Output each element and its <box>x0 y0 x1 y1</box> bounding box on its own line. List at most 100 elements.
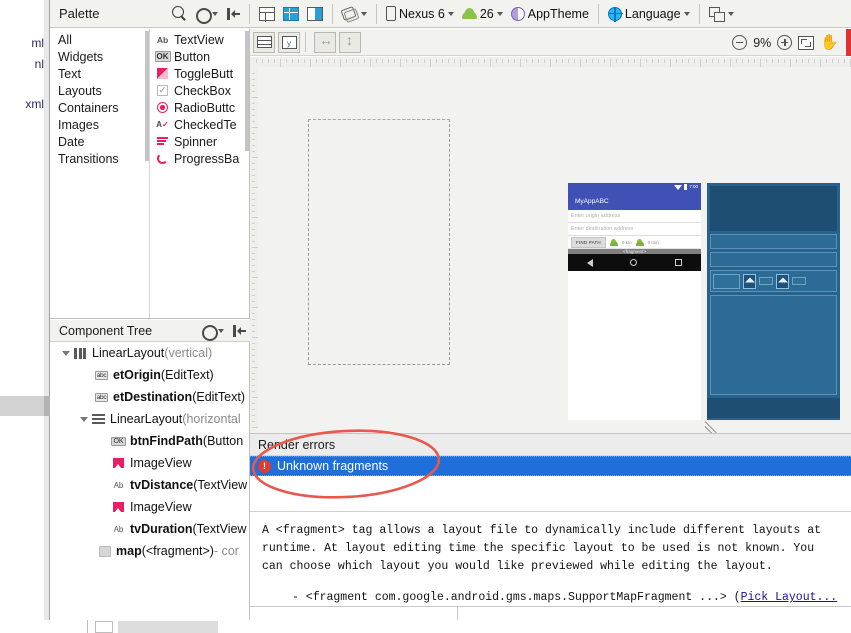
distance-label: 0 km <box>621 239 632 245</box>
nav-home-icon[interactable] <box>630 259 638 266</box>
editor-tab-3[interactable]: xml <box>25 97 44 111</box>
chevron-down-icon[interactable] <box>80 416 88 422</box>
palette-item-checkedtextview[interactable]: A ✓ CheckedTe <box>150 116 249 133</box>
pick-layout-link[interactable]: Pick Layout... <box>741 591 838 604</box>
show-baselines-button[interactable] <box>253 31 275 53</box>
find-path-button[interactable]: FIND PATH <box>571 236 606 248</box>
device-preview[interactable]: 7:00 MyAppABC Enter origin address Enter… <box>568 183 701 420</box>
chevron-down-icon <box>683 11 690 16</box>
blueprint-find-path-button <box>713 273 740 289</box>
wifi-icon <box>674 184 683 190</box>
checked-textview-icon: A ✓ <box>156 120 169 129</box>
imageview-icon <box>112 457 125 470</box>
editor-tab-1[interactable]: ml <box>31 36 44 50</box>
palette-item-scrollbar[interactable] <box>245 31 249 151</box>
api-level-selector[interactable]: 26 <box>458 3 507 25</box>
render-error-bullet-text: - <fragment com.google.android.gms.maps.… <box>292 591 741 605</box>
tree-node-type: (horizontal <box>182 412 241 426</box>
palette-settings-button[interactable] <box>191 3 222 25</box>
component-tree-settings-button[interactable] <box>197 320 228 342</box>
palette-item-label: CheckedTe <box>174 117 237 132</box>
tree-node-imageview-2[interactable]: ImageView <box>50 496 249 518</box>
palette-category-containers[interactable]: Containers <box>50 99 149 116</box>
device-selector[interactable]: Nexus 6 <box>382 3 458 25</box>
pan-hand-icon[interactable]: ✋ <box>820 35 839 50</box>
palette-category-scrollbar[interactable] <box>145 31 149 161</box>
toolbar-separator <box>249 3 250 24</box>
expand-vertical-icon <box>342 32 358 49</box>
tree-node-type: (TextView <box>193 478 248 492</box>
language-selector[interactable]: Language <box>604 3 694 25</box>
bottom-tab-design[interactable] <box>95 621 113 633</box>
editor-tab-2[interactable]: nl <box>35 57 44 71</box>
chevron-down-icon[interactable] <box>62 350 70 356</box>
palette-category-layouts[interactable]: Layouts <box>50 82 149 99</box>
component-tree-collapse-button[interactable] <box>228 320 250 342</box>
tree-node-tvdistance[interactable]: Ab tvDistance (TextView <box>50 474 249 496</box>
bottom-tab-text[interactable] <box>118 621 218 633</box>
globe-icon <box>607 6 623 22</box>
theme-selector[interactable]: AppTheme <box>507 3 593 25</box>
render-error-item-unknown-fragments[interactable]: ! Unknown fragments <box>250 456 851 476</box>
palette-item-button[interactable]: OK Button <box>150 48 249 65</box>
palette-category-all[interactable]: All <box>50 31 149 48</box>
blueprint-preview[interactable] <box>707 183 840 420</box>
view-mode-design-button[interactable] <box>255 3 279 25</box>
palette-search-button[interactable] <box>168 3 191 25</box>
render-errors-panel: Render errors ! Unknown fragments A <fra… <box>250 433 851 620</box>
view-mode-blueprint-button[interactable] <box>279 3 303 25</box>
tree-node-tvduration[interactable]: Ab tvDuration (TextView <box>50 518 249 540</box>
palette-collapse-button[interactable] <box>222 3 244 25</box>
tree-node-suffix: - cor <box>213 544 239 558</box>
palette-item-checkbox[interactable]: ✓ CheckBox <box>150 82 249 99</box>
theme-label: AppTheme <box>527 6 589 21</box>
view-mode-both-button[interactable] <box>303 3 327 25</box>
palette-item-togglebutton[interactable]: ToggleButt <box>150 65 249 82</box>
palette-item-spinner[interactable]: Spinner <box>150 133 249 150</box>
linearlayout-vertical-icon <box>74 347 87 360</box>
main-toolbar: Palette Nexus 6 26 AppTheme Language <box>50 0 851 28</box>
chevron-down-icon <box>727 11 734 16</box>
imageview-icon <box>112 501 125 514</box>
expand-horizontal-button[interactable] <box>314 31 336 53</box>
palette-category-text[interactable]: Text <box>50 65 149 82</box>
palette-item-progressbar[interactable]: ProgressBa <box>150 150 249 167</box>
duration-label: 0 min <box>647 239 659 245</box>
palette-category-transitions[interactable]: Transitions <box>50 150 149 167</box>
controls-row: FIND PATH 0 km 0 min <box>568 236 701 249</box>
tree-node-map-fragment[interactable]: map (<fragment>) - cor <box>50 540 249 562</box>
palette-item-label: RadioButtc <box>174 100 236 115</box>
checkbox-icon: ✓ <box>157 85 168 96</box>
render-error-label: Unknown fragments <box>277 459 389 473</box>
palette-category-list[interactable]: All Widgets Text Layouts Containers Imag… <box>50 29 150 318</box>
toolbar-separator <box>597 3 599 24</box>
tree-node-etorigin[interactable]: abc etOrigin (EditText) <box>50 364 249 386</box>
layout-variants-button[interactable] <box>705 3 738 25</box>
zoom-in-icon[interactable] <box>777 35 793 50</box>
origin-input[interactable]: Enter origin address <box>568 210 701 223</box>
nav-recents-icon[interactable] <box>675 259 683 266</box>
zoom-to-fit-icon[interactable] <box>798 35 815 50</box>
bottom-strip-left <box>0 620 88 633</box>
tree-node-etdestination[interactable]: abc etDestination (EditText) <box>50 386 249 408</box>
expand-vertical-button[interactable] <box>339 31 361 53</box>
tree-node-imageview-1[interactable]: ImageView <box>50 452 249 474</box>
nav-back-icon[interactable] <box>586 258 593 267</box>
palette-item-radiobutton[interactable]: RadioButtc <box>150 99 249 116</box>
palette-category-images[interactable]: Images <box>50 116 149 133</box>
orientation-button[interactable] <box>338 3 371 25</box>
tree-node-linearlayout-vertical[interactable]: LinearLayout (vertical) <box>50 342 249 364</box>
palette-item-list[interactable]: Ab TextView OK Button ToggleButt ✓ Check… <box>150 29 249 318</box>
component-tree-panel[interactable]: LinearLayout (vertical) abc etOrigin (Ed… <box>50 342 250 620</box>
device-navigation-bar <box>568 254 701 271</box>
palette-item-textview[interactable]: Ab TextView <box>150 31 249 48</box>
palette-category-widgets[interactable]: Widgets <box>50 48 149 65</box>
search-icon <box>172 6 187 21</box>
blueprint-appbar <box>710 186 837 231</box>
tree-node-linearlayout-horizontal[interactable]: LinearLayout (horizontal <box>50 408 249 430</box>
zoom-out-icon[interactable] <box>732 35 748 50</box>
show-constraints-button[interactable]: y <box>278 31 300 53</box>
tree-node-btnfindpath[interactable]: OK btnFindPath (Button <box>50 430 249 452</box>
destination-input[interactable]: Enter destination address <box>568 223 701 236</box>
palette-category-date[interactable]: Date <box>50 133 149 150</box>
